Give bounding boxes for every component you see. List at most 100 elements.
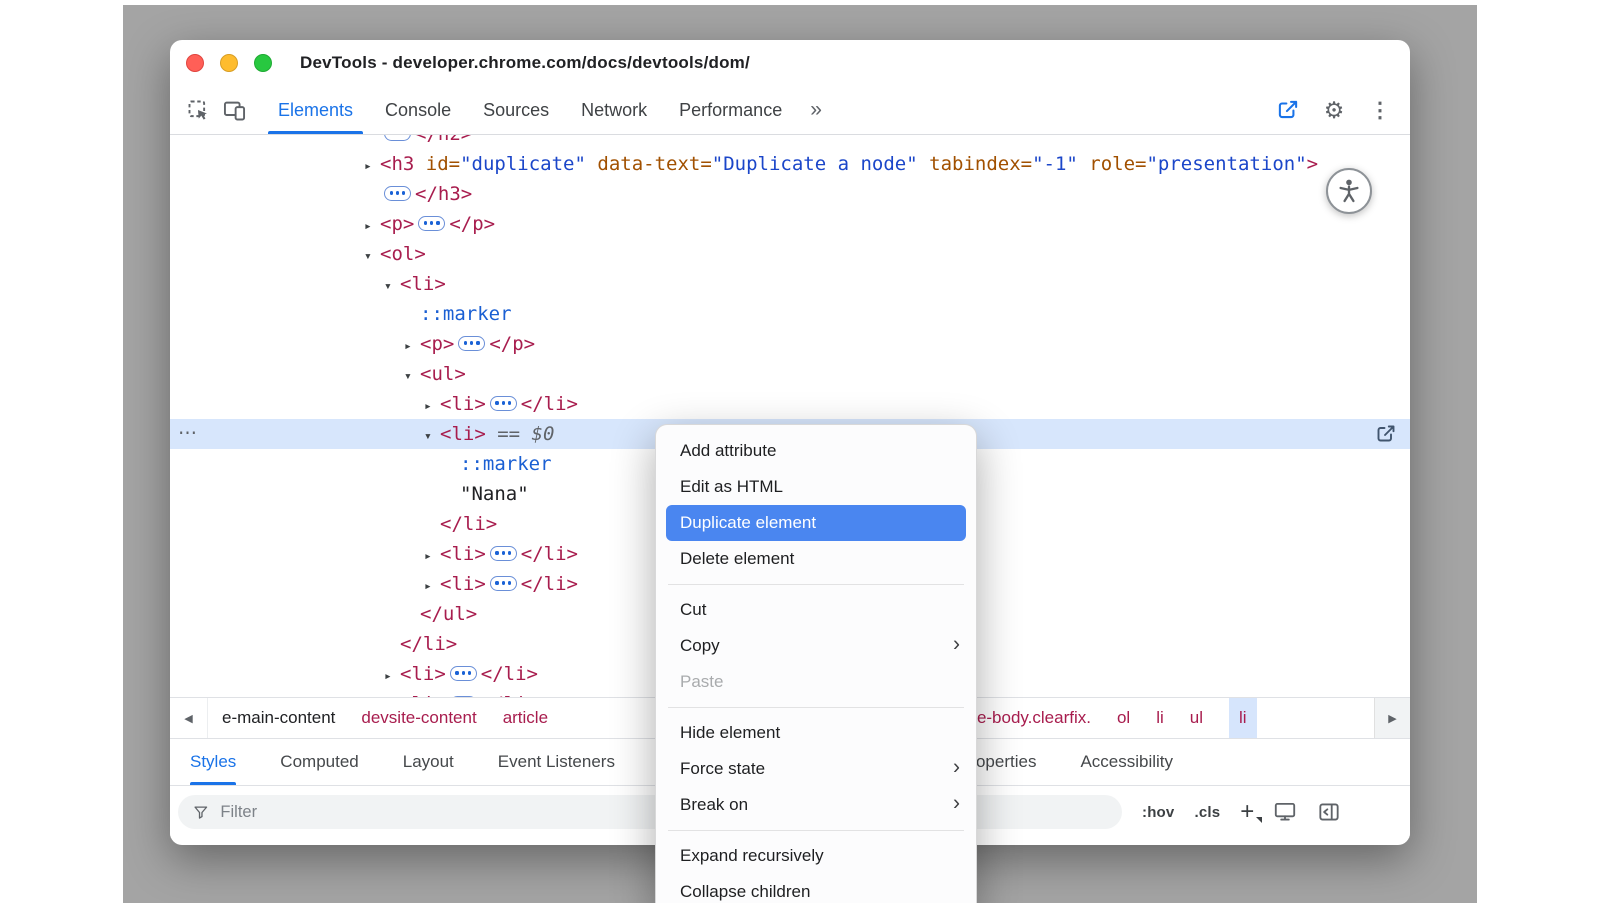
minimize-window-button[interactable] <box>220 54 238 72</box>
menu-item-collapse-children[interactable]: Collapse children <box>656 874 976 903</box>
close-window-button[interactable] <box>186 54 204 72</box>
dom-tree-row[interactable]: ▸<h3 id="duplicate" data-text="Duplicate… <box>170 149 1410 179</box>
ellipsis-expand-icon[interactable] <box>490 396 517 411</box>
panel-tab-layout[interactable]: Layout <box>403 739 454 785</box>
expand-arrow-icon[interactable]: ▸ <box>424 392 440 422</box>
ellipsis-expand-icon[interactable] <box>490 546 517 561</box>
code-token: <ol> <box>380 243 426 265</box>
dom-tree-row[interactable]: ▸<p></p> <box>170 329 1410 359</box>
new-style-rule-button[interactable]: + <box>1240 800 1254 824</box>
code-token: </h2> <box>415 135 472 145</box>
zoom-window-button[interactable] <box>254 54 272 72</box>
ellipsis-expand-icon[interactable] <box>458 336 485 351</box>
dom-tree-row[interactable]: ▾<ol> <box>170 239 1410 269</box>
tab-console[interactable]: Console <box>369 86 467 134</box>
ellipsis-expand-icon[interactable] <box>418 216 445 231</box>
breadcrumb-item[interactable]: devsite-content <box>361 698 476 738</box>
expand-arrow-icon[interactable]: ▸ <box>424 542 440 572</box>
more-options-kebab-icon[interactable]: ⋮ <box>1362 98 1398 123</box>
menu-item-force-state[interactable]: Force state› <box>656 751 976 787</box>
desktop-backdrop: DevTools - developer.chrome.com/docs/dev… <box>123 5 1477 903</box>
toggle-class-button[interactable]: .cls <box>1194 804 1220 821</box>
dom-tree-row[interactable]: ▸<p></p> <box>170 209 1410 239</box>
code-token: <li> <box>400 663 446 685</box>
breadcrumb-item[interactable]: ol <box>1117 698 1130 738</box>
submenu-chevron-icon: › <box>953 792 960 816</box>
panel-tab-event-listeners[interactable]: Event Listeners <box>498 739 615 785</box>
device-toolbar-icon[interactable] <box>216 86 252 134</box>
reveal-node-icon[interactable] <box>1374 422 1398 446</box>
inspect-element-icon[interactable] <box>180 86 216 134</box>
breadcrumb-item[interactable]: li <box>1229 698 1257 738</box>
dom-tree-row[interactable]: </h3> <box>170 179 1410 209</box>
dom-tree-row[interactable]: ▾<li> <box>170 269 1410 299</box>
element-picker-badge-icon[interactable] <box>1270 97 1306 123</box>
toggle-hover-state-button[interactable]: :hov <box>1142 804 1174 821</box>
menu-separator <box>668 584 964 585</box>
code-token: <p> <box>420 333 454 355</box>
ellipsis-expand-icon[interactable] <box>384 135 411 141</box>
tab-network[interactable]: Network <box>565 86 663 134</box>
collapse-arrow-icon[interactable]: ▾ <box>384 272 400 302</box>
code-token: </p> <box>449 213 495 235</box>
code-token: </li> <box>521 543 578 565</box>
breadcrumb-item[interactable]: ul <box>1190 698 1203 738</box>
menu-item-break-on[interactable]: Break on› <box>656 787 976 823</box>
menu-item-copy[interactable]: Copy› <box>656 628 976 664</box>
submenu-chevron-icon: › <box>953 756 960 780</box>
menu-item-label: Duplicate element <box>680 513 816 533</box>
styles-filter-field[interactable] <box>178 795 1122 829</box>
node-options-icon[interactable]: ⋯ <box>178 419 197 449</box>
dom-tree-row[interactable]: ::marker <box>170 299 1410 329</box>
panel-tab-accessibility[interactable]: Accessibility <box>1080 739 1173 785</box>
expand-arrow-icon[interactable]: ▸ <box>424 572 440 602</box>
accessibility-person-icon <box>1335 177 1363 205</box>
code-token: ::marker <box>420 303 512 325</box>
ellipsis-expand-icon[interactable] <box>490 576 517 591</box>
menu-item-duplicate-element[interactable]: Duplicate element <box>666 505 966 541</box>
code-token: "duplicate" <box>460 153 586 175</box>
breadcrumb-scroll-left-icon[interactable]: ◀ <box>170 698 208 738</box>
collapse-arrow-icon[interactable]: ▾ <box>364 242 380 272</box>
dom-tree-row[interactable]: ▸<li></li> <box>170 389 1410 419</box>
rendering-emulations-icon[interactable] <box>1272 799 1298 825</box>
breadcrumb-scroll-right-icon[interactable]: ▶ <box>1374 698 1410 738</box>
menu-item-edit-as-html[interactable]: Edit as HTML <box>656 469 976 505</box>
tab-elements[interactable]: Elements <box>262 86 369 134</box>
menu-item-expand-recursively[interactable]: Expand recursively <box>656 838 976 874</box>
code-token: <li> <box>440 393 486 415</box>
toggle-sidebar-icon[interactable] <box>1316 799 1342 825</box>
panel-tab-computed[interactable]: Computed <box>280 739 358 785</box>
devtools-toolbar: ElementsConsoleSourcesNetworkPerformance… <box>170 86 1410 135</box>
expand-arrow-icon[interactable]: ▸ <box>404 332 420 362</box>
breadcrumb-item[interactable]: article <box>503 698 548 738</box>
collapse-arrow-icon[interactable]: ▾ <box>424 422 440 452</box>
accessibility-fab[interactable] <box>1326 168 1372 214</box>
ellipsis-expand-icon[interactable] <box>450 666 477 681</box>
expand-arrow-icon[interactable]: ▸ <box>364 212 380 242</box>
expand-arrow-icon[interactable]: ▸ <box>364 152 380 182</box>
code-token: role= <box>1078 153 1147 175</box>
breadcrumb-item[interactable]: li <box>1156 698 1164 738</box>
menu-item-delete-element[interactable]: Delete element <box>656 541 976 577</box>
more-tabs-icon[interactable]: » <box>798 86 834 134</box>
breadcrumb-item[interactable]: e-main-content <box>222 698 335 738</box>
dom-tree-row[interactable]: </h2> <box>170 135 1410 149</box>
tab-sources[interactable]: Sources <box>467 86 565 134</box>
panel-tab-styles[interactable]: Styles <box>190 739 236 785</box>
code-token: </li> <box>440 513 497 535</box>
code-token: "presentation" <box>1146 153 1306 175</box>
collapse-arrow-icon[interactable]: ▾ <box>404 362 420 392</box>
traffic-lights <box>186 54 272 72</box>
tab-performance[interactable]: Performance <box>663 86 798 134</box>
ellipsis-expand-icon[interactable] <box>384 186 411 201</box>
settings-gear-icon[interactable]: ⚙ <box>1316 99 1352 122</box>
dom-tree-row[interactable]: ▾<ul> <box>170 359 1410 389</box>
window-titlebar: DevTools - developer.chrome.com/docs/dev… <box>170 40 1410 86</box>
menu-item-add-attribute[interactable]: Add attribute <box>656 433 976 469</box>
menu-item-hide-element[interactable]: Hide element <box>656 715 976 751</box>
expand-arrow-icon[interactable]: ▸ <box>384 662 400 692</box>
menu-separator <box>668 707 964 708</box>
menu-item-cut[interactable]: Cut <box>656 592 976 628</box>
code-token: "Duplicate a node" <box>712 153 918 175</box>
